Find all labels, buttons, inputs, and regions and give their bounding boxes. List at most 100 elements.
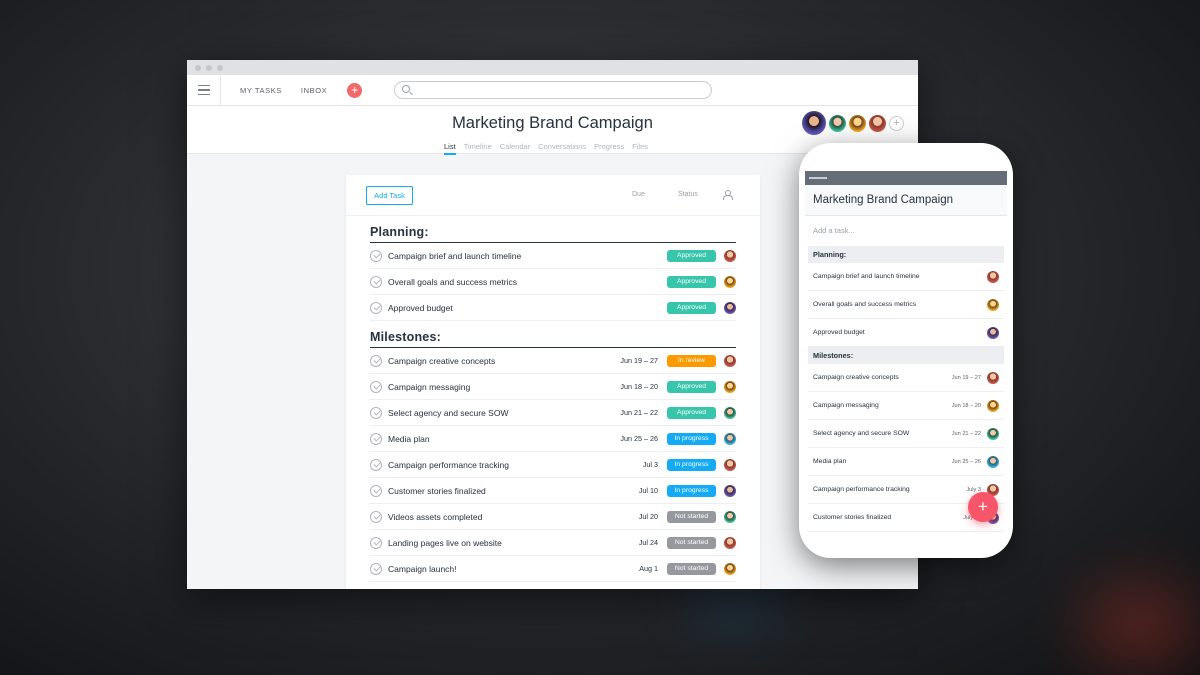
avatar[interactable] [724,249,736,262]
task-due-date[interactable]: Aug 1 [639,564,658,573]
task-name[interactable]: Landing pages live on website [388,538,502,548]
avatar[interactable] [987,298,999,311]
section-title[interactable]: Planning: [370,216,736,243]
task-row[interactable]: Approved budget Approved [370,295,736,321]
mobile-task-row[interactable]: Campaign messaging Jun 18 – 20 [808,392,1004,420]
status-badge[interactable]: Not started [667,510,716,523]
tab-list[interactable]: List [444,142,456,155]
mobile-task-name[interactable]: Campaign messaging [813,402,879,409]
add-member-button[interactable]: + [889,115,904,131]
mobile-task-name[interactable]: Customer stories finalized [813,514,891,521]
task-row[interactable]: Videos assets completed Jul 20 Not started [370,504,736,530]
avatar[interactable] [987,427,999,440]
task-row[interactable]: Landing pages live on website Jul 24 Not s… [370,530,736,556]
avatar[interactable] [724,432,736,445]
checkmark-icon[interactable] [370,380,382,393]
task-name[interactable]: Media plan [388,434,430,444]
checkmark-icon[interactable] [370,249,382,262]
mobile-add-task-input[interactable]: Add a task... [805,216,1007,246]
avatar[interactable] [987,270,999,283]
checkmark-icon[interactable] [370,275,382,288]
column-header-due[interactable]: Due [632,191,645,198]
tab-calendar[interactable]: Calendar [500,142,530,155]
task-row[interactable]: Overall goals and success metrics Approve… [370,269,736,295]
status-badge[interactable]: Approved [667,406,716,419]
avatar[interactable] [987,371,999,384]
task-row[interactable]: Campaign brief and launch timeline Approv… [370,243,736,269]
task-row[interactable]: Select agency and secure SOW Jun 21 – 22 A… [370,400,736,426]
section-title[interactable]: Milestones: [370,321,736,348]
task-name[interactable]: Campaign brief and launch timeline [388,251,521,261]
avatar[interactable] [724,406,736,419]
task-name[interactable]: Campaign performance tracking [388,460,509,470]
task-row[interactable]: Campaign messaging Jun 18 – 20 Approved [370,374,736,400]
avatar[interactable] [724,510,736,523]
task-due-date[interactable]: Jul 10 [639,486,658,495]
tab-timeline[interactable]: Timeline [464,142,492,155]
task-name[interactable]: Overall goals and success metrics [388,277,517,287]
status-badge[interactable]: In review [667,354,716,367]
avatar[interactable] [849,114,866,132]
status-badge[interactable]: Not started [667,562,716,575]
mobile-task-row[interactable]: Approved budget [808,319,1004,347]
avatar[interactable] [724,301,736,314]
mobile-task-name[interactable]: Campaign performance tracking [813,486,910,493]
person-icon[interactable] [723,190,733,200]
mobile-task-row[interactable]: Overall goals and success metrics [808,291,1004,319]
status-badge[interactable]: In progress [667,432,716,445]
search-input[interactable] [394,81,712,99]
nav-inbox[interactable]: INBOX [301,86,327,95]
tab-progress[interactable]: Progress [594,142,624,155]
status-badge[interactable]: Approved [667,249,716,262]
avatar[interactable] [724,562,736,575]
avatar[interactable] [724,536,736,549]
task-name[interactable]: Campaign launch! [388,564,457,574]
mobile-task-name[interactable]: Overall goals and success metrics [813,301,916,308]
status-badge[interactable]: Approved [667,301,716,314]
avatar[interactable] [987,326,999,339]
task-due-date[interactable]: Jun 18 – 20 [620,382,658,391]
avatar[interactable] [724,275,736,288]
avatar[interactable] [987,399,999,412]
nav-my-tasks[interactable]: MY TASKS [240,86,282,95]
task-name[interactable]: Approved budget [388,303,453,313]
task-row[interactable]: Campaign creative concepts Jun 19 – 27 In … [370,348,736,374]
checkmark-icon[interactable] [370,406,382,419]
status-badge[interactable]: Not started [667,536,716,549]
task-name[interactable]: Campaign messaging [388,382,470,392]
checkmark-icon[interactable] [370,354,382,367]
checkmark-icon[interactable] [370,484,382,497]
window-close-dot[interactable] [195,64,201,71]
task-row[interactable]: Campaign launch! Aug 1 Not started [370,556,736,582]
task-name[interactable]: Select agency and secure SOW [388,408,508,418]
checkmark-icon[interactable] [370,510,382,523]
task-row[interactable]: Customer stories finalized Jul 10 In progr… [370,478,736,504]
checkmark-icon[interactable] [370,458,382,471]
task-name[interactable]: Campaign creative concepts [388,356,495,366]
avatar[interactable] [724,484,736,497]
avatar[interactable] [869,114,886,132]
task-due-date[interactable]: Jun 21 – 22 [620,408,658,417]
window-maximize-dot[interactable] [217,64,223,71]
status-badge[interactable]: In progress [667,484,716,497]
mobile-task-row[interactable]: Campaign creative concepts Jun 19 – 27 [808,364,1004,392]
checkmark-icon[interactable] [370,562,382,575]
checkmark-icon[interactable] [370,432,382,445]
avatar[interactable] [802,111,826,135]
mobile-task-name[interactable]: Campaign brief and launch timeline [813,273,920,280]
mobile-task-name[interactable]: Campaign creative concepts [813,374,899,381]
task-due-date[interactable]: Jun 25 – 26 [620,434,658,443]
mobile-task-row[interactable]: Media plan Jun 25 – 26 [808,448,1004,476]
task-due-date[interactable]: Jun 19 – 27 [620,356,658,365]
avatar[interactable] [829,114,846,132]
mobile-task-name[interactable]: Media plan [813,458,846,465]
avatar[interactable] [724,354,736,367]
checkmark-icon[interactable] [370,536,382,549]
status-badge[interactable]: Approved [667,380,716,393]
task-due-date[interactable]: Jul 3 [643,460,658,469]
mobile-task-row[interactable]: Campaign brief and launch timeline [808,263,1004,291]
task-due-date[interactable]: Jul 24 [639,538,658,547]
checkmark-icon[interactable] [370,301,382,314]
avatar[interactable] [724,458,736,471]
status-badge[interactable]: In progress [667,458,716,471]
